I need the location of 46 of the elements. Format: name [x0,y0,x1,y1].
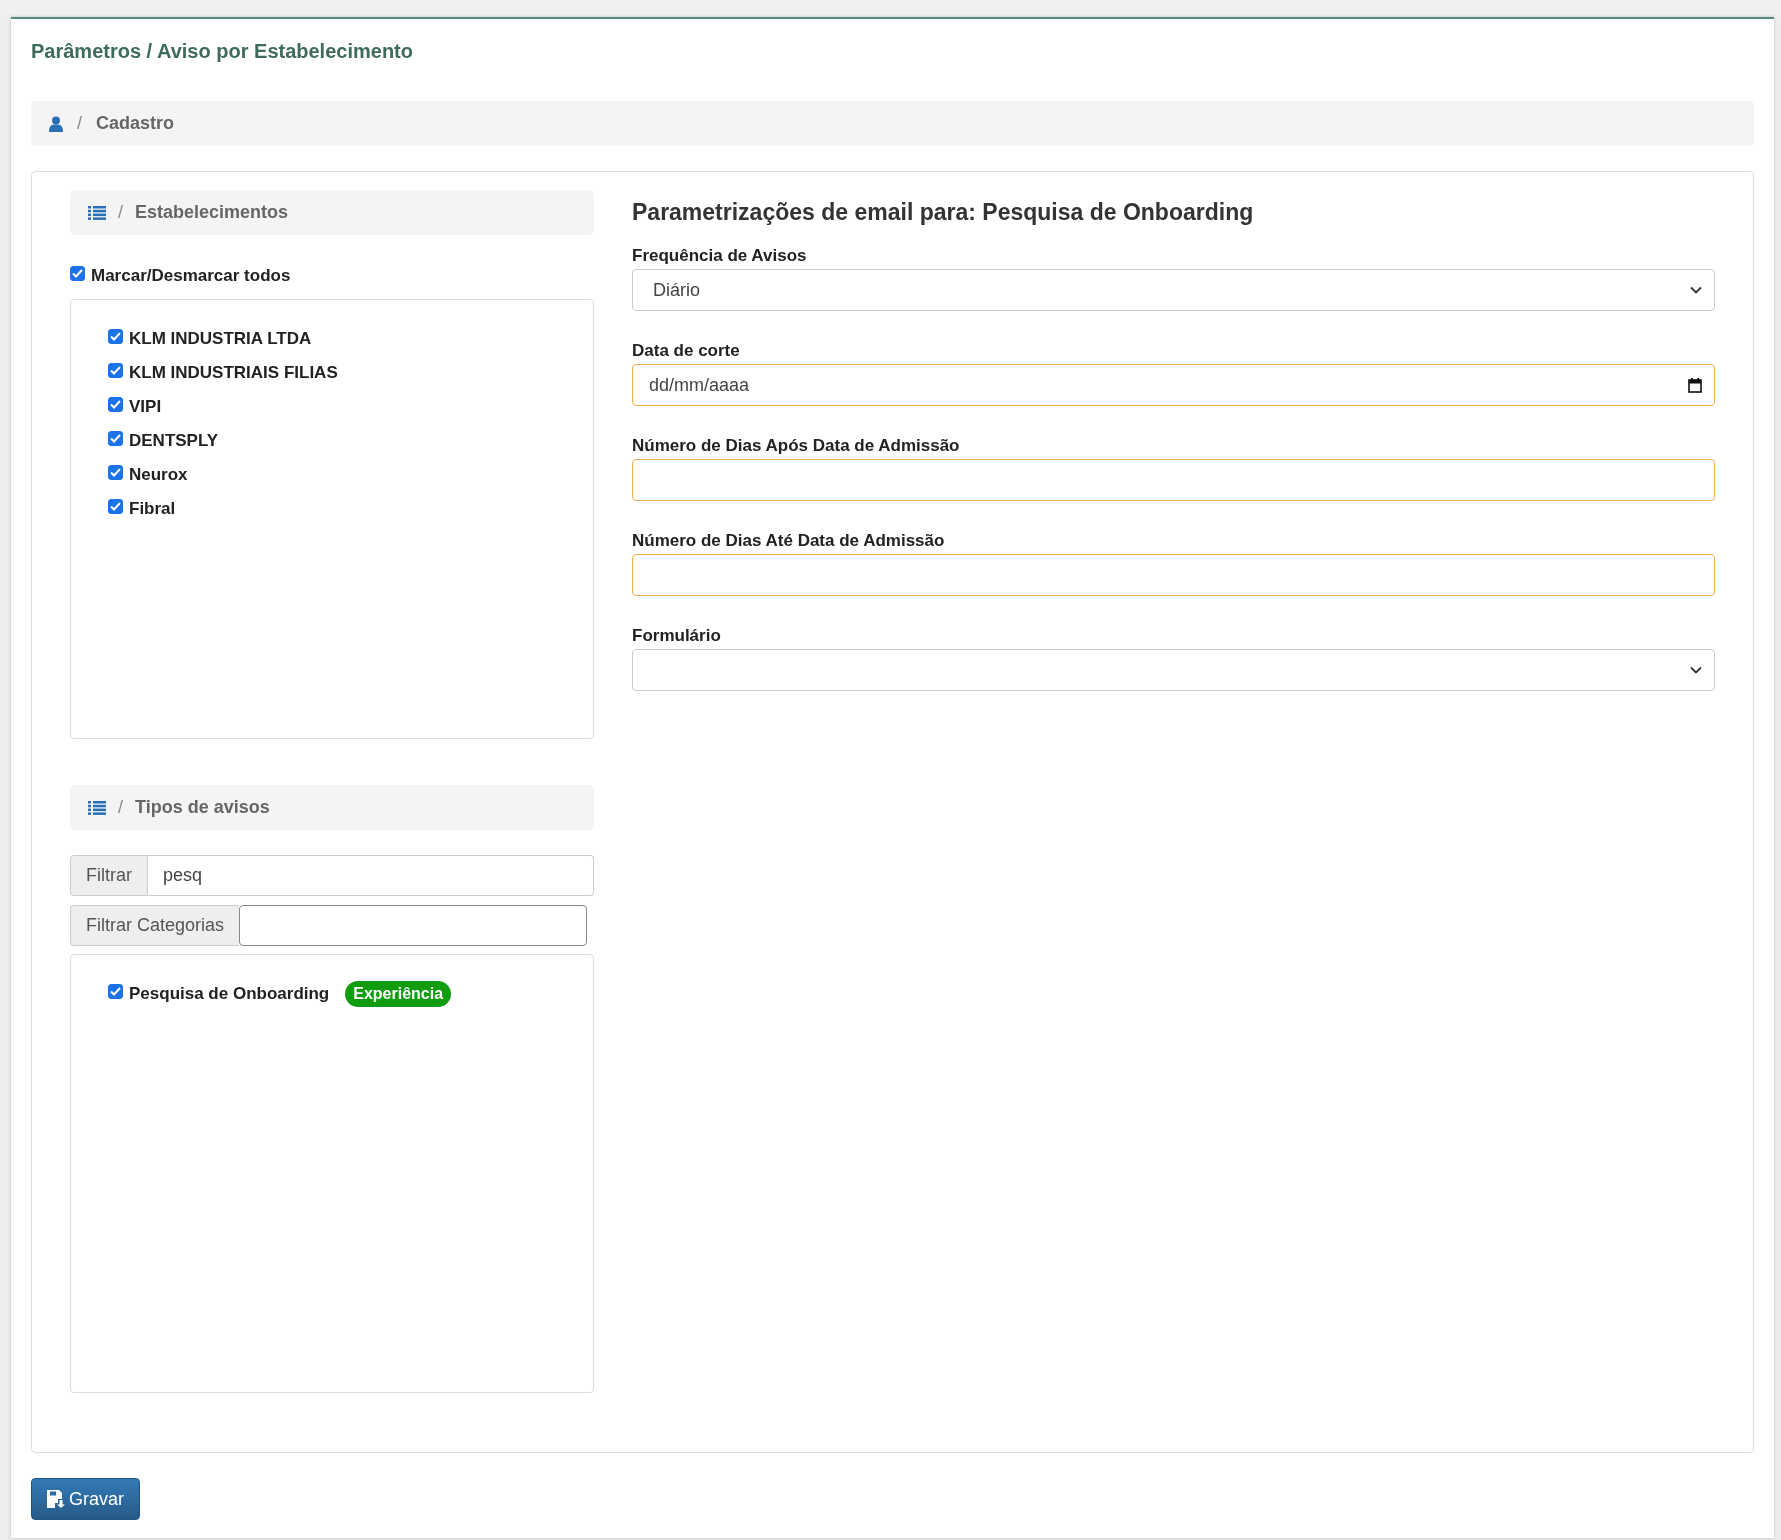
checkbox[interactable] [108,362,123,378]
checkbox-label: Neurox [129,465,188,485]
list-icon [88,205,106,220]
category-filter-input[interactable] [239,905,587,946]
breadcrumb-separator: / [118,202,123,223]
page-title: Parâmetros / Aviso por Estabelecimento [31,39,414,63]
user-icon [49,115,63,132]
checkbox-label: DENTSPLY [129,431,219,451]
breadcrumb-item: Cadastro [96,113,175,134]
category-tag: Experiência [345,981,452,1007]
list-icon [88,800,106,815]
checkbox-label: Marcar/Desmarcar todos [91,266,291,286]
save-icon [47,1490,65,1508]
filter-label: Filtrar [70,855,148,896]
breadcrumb-separator: / [77,113,82,134]
save-button[interactable]: Gravar [31,1478,140,1520]
section-title: Estabelecimentos [135,202,289,223]
field-label: Número de Dias Até Data de Admissão [632,531,946,551]
checkbox[interactable] [108,498,123,514]
checkbox[interactable] [108,430,123,446]
checkbox-label: KLM INDUSTRIA LTDA [129,329,312,349]
checkbox-label: KLM INDUSTRIAIS FILIAS [129,363,338,383]
field-label: Formulário [632,626,722,646]
calendar-icon [1688,377,1702,393]
checkbox[interactable] [108,983,123,999]
chevron-down-icon [1690,666,1702,674]
checkbox-label: Pesquisa de Onboarding [129,984,330,1004]
form-heading: Parametrizações de email para: Pesquisa de Onboarding [632,198,1255,226]
date-field[interactable]: dd/mm/aaaa [632,364,1715,406]
checkbox[interactable] [70,265,85,281]
checkbox-label: VIPI [129,397,162,417]
checkbox[interactable] [108,464,123,480]
dropdown[interactable]: Diário [632,269,1715,311]
chevron-down-icon [1690,286,1702,294]
field-label: Número de Dias Após Data de Admissão [632,436,961,456]
filter-input[interactable]: pesq [148,855,594,896]
text-input[interactable] [632,554,1715,596]
text-input[interactable] [632,459,1715,501]
field-label: Frequência de Avisos [632,246,808,266]
checkbox-label: Fibral [129,499,176,519]
breadcrumb-separator: / [118,797,123,818]
checkbox[interactable] [108,396,123,412]
field-label: Data de corte [632,341,741,361]
category-filter-label: Filtrar Categorias [70,905,240,946]
checkbox[interactable] [108,328,123,344]
section-title: Tipos de avisos [135,797,270,818]
